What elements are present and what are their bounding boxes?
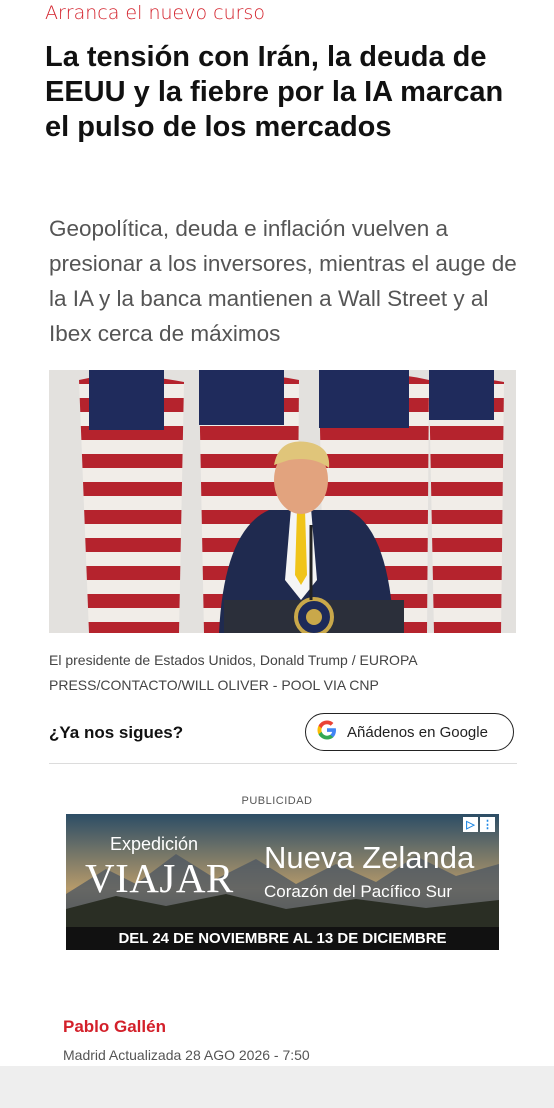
podium bbox=[224, 597, 404, 633]
article-subtitle: Geopolítica, deuda e inflación vuelven a… bbox=[49, 216, 517, 346]
section-divider bbox=[49, 763, 517, 764]
article-dateline: Madrid Actualizada 28 AGO 2026 - 7:50 bbox=[63, 1047, 310, 1063]
article-headline: La tensión con Irán, la deuda de EEUU y … bbox=[45, 41, 504, 143]
follow-row: ¿Ya nos sigues? Añádenos en Google bbox=[49, 712, 517, 754]
bottom-bar bbox=[0, 1066, 554, 1108]
ad-banner[interactable]: ▷ ⋮ Expedición VIAJAR Nueva Zelanda Cora… bbox=[66, 814, 499, 950]
ad-label: PUBLICIDAD bbox=[241, 795, 313, 807]
google-g-icon bbox=[306, 720, 337, 745]
photo-caption: El presidente de Estados Unidos, Donald … bbox=[49, 652, 417, 693]
ad-tagline: Corazón del Pacífico Sur bbox=[264, 882, 453, 901]
author-name[interactable]: Pablo Gallén bbox=[63, 1017, 166, 1037]
ad-dates: DEL 24 DE NOVIEMBRE AL 13 DE DICIEMBRE bbox=[66, 927, 499, 950]
article-kicker[interactable]: Arranca el nuevo curso bbox=[45, 2, 265, 24]
ad-brand: VIAJAR bbox=[85, 855, 234, 901]
adchoices-icon[interactable]: ▷ bbox=[463, 817, 478, 832]
add-google-label: Añádenos en Google bbox=[347, 723, 488, 741]
article-photo bbox=[49, 370, 516, 633]
follow-prompt: ¿Ya nos sigues? bbox=[49, 723, 184, 742]
flag-far-right bbox=[429, 370, 504, 633]
ad-badges: ▷ ⋮ bbox=[463, 817, 495, 832]
ad-brand-top: Expedición bbox=[110, 834, 199, 854]
photo-illustration bbox=[49, 370, 516, 633]
add-google-button[interactable]: Añádenos en Google bbox=[305, 713, 514, 751]
more-vert-icon[interactable]: ⋮ bbox=[480, 817, 495, 832]
flag-left bbox=[79, 370, 184, 633]
ad-destination: Nueva Zelanda bbox=[264, 840, 475, 875]
